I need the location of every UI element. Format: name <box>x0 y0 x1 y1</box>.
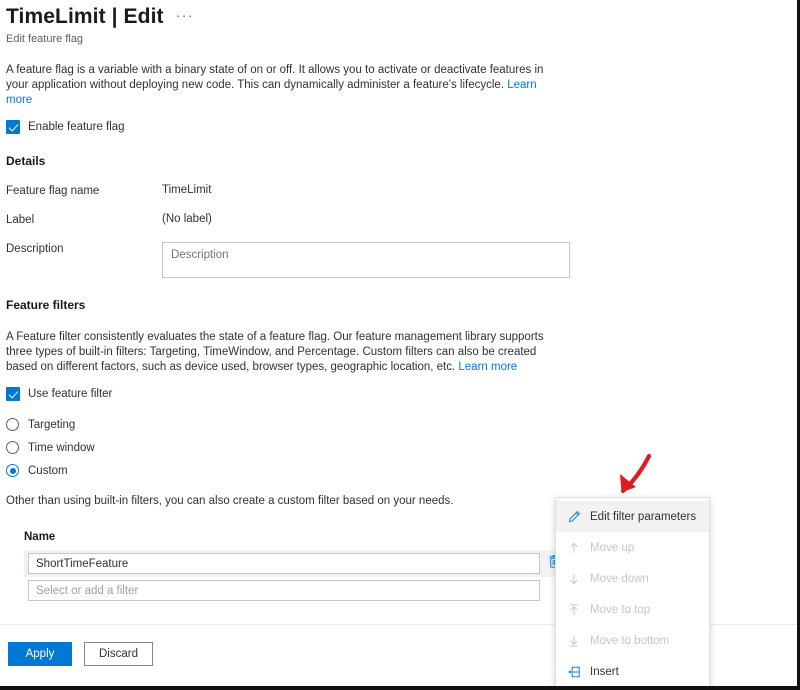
custom-filter-note: Other than using built-in filters, you c… <box>6 495 454 507</box>
intro-text: A feature flag is a variable with a bina… <box>6 64 544 91</box>
page-header: TimeLimit | Edit ··· Edit feature flag <box>0 0 797 45</box>
radio-option-targeting[interactable]: Targeting <box>6 415 791 434</box>
filter-name-input-1[interactable] <box>28 553 540 574</box>
description-input[interactable] <box>162 242 570 278</box>
radio-targeting-icon[interactable] <box>6 418 19 431</box>
feature-flag-edit-page: TimeLimit | Edit ··· Edit feature flag A… <box>0 0 800 690</box>
feature-flag-name-label: Feature flag name <box>6 185 100 197</box>
filter-row-empty[interactable] <box>24 577 590 604</box>
detail-row-label: Label (No label) <box>6 213 791 226</box>
menu-item-move-to-bottom: Move to bottom <box>556 625 709 656</box>
detail-row-name: Feature flag name TimeLimit <box>6 184 791 197</box>
insert-icon <box>566 664 581 679</box>
apply-button[interactable]: Apply <box>8 641 72 666</box>
menu-item-move-up: Move up <box>556 532 709 563</box>
filter-type-radio-group: Targeting Time window Custom <box>6 415 791 480</box>
radio-option-custom[interactable]: Custom <box>6 461 791 480</box>
page-title: TimeLimit | Edit <box>6 5 164 28</box>
filter-row-selected[interactable]: ··· <box>24 550 590 577</box>
feature-filters-learn-more-link[interactable]: Learn more <box>458 361 517 373</box>
menu-item-move-to-top-label: Move to top <box>590 603 651 616</box>
pencil-icon <box>566 509 581 524</box>
menu-item-edit-filter-parameters[interactable]: Edit filter parameters <box>556 501 709 532</box>
use-feature-filter-checkbox[interactable] <box>6 387 20 401</box>
radio-custom-icon[interactable] <box>6 464 19 477</box>
menu-item-insert[interactable]: Insert <box>556 656 709 686</box>
menu-item-move-down: Move down <box>556 563 709 594</box>
radio-option-time-window[interactable]: Time window <box>6 438 791 457</box>
menu-item-edit-filter-parameters-label: Edit filter parameters <box>590 510 697 523</box>
use-feature-filter-row[interactable]: Use feature filter <box>6 387 791 401</box>
menu-item-move-to-top: Move to top <box>556 594 709 625</box>
detail-row-description: Description <box>6 242 791 278</box>
label-value: (No label) <box>162 213 212 225</box>
use-feature-filter-label[interactable]: Use feature filter <box>28 388 112 400</box>
radio-custom-label[interactable]: Custom <box>28 465 68 477</box>
arrow-to-top-icon <box>566 602 581 617</box>
feature-flag-name-value: TimeLimit <box>162 184 212 196</box>
radio-targeting-label[interactable]: Targeting <box>28 419 75 431</box>
radio-time-window-icon[interactable] <box>6 441 19 454</box>
more-options-icon[interactable]: ··· <box>176 7 195 23</box>
title-row: TimeLimit | Edit ··· <box>6 4 797 30</box>
feature-filters-heading: Feature filters <box>6 298 86 312</box>
label-label: Label <box>6 214 35 226</box>
arrow-down-icon <box>566 571 581 586</box>
menu-item-insert-label: Insert <box>590 665 619 678</box>
page-subtitle: Edit feature flag <box>6 33 84 45</box>
menu-item-move-up-label: Move up <box>590 541 635 554</box>
feature-filters-paragraph: A Feature filter consistently evaluates … <box>6 330 558 375</box>
discard-button[interactable]: Discard <box>84 641 153 666</box>
enable-feature-flag-row[interactable]: Enable feature flag <box>6 120 791 134</box>
menu-item-move-to-bottom-label: Move to bottom <box>590 634 670 647</box>
filter-context-menu: Edit filter parameters Move up Move down <box>555 497 710 686</box>
enable-feature-flag-checkbox[interactable] <box>6 120 20 134</box>
description-label: Description <box>6 243 64 255</box>
menu-item-move-down-label: Move down <box>590 572 649 585</box>
radio-time-window-label[interactable]: Time window <box>28 442 95 454</box>
intro-paragraph: A feature flag is a variable with a bina… <box>6 63 558 108</box>
details-heading: Details <box>6 154 46 168</box>
enable-feature-flag-label[interactable]: Enable feature flag <box>28 121 125 133</box>
arrow-up-icon <box>566 540 581 555</box>
filter-name-input-2[interactable] <box>28 580 540 601</box>
arrow-to-bottom-icon <box>566 633 581 648</box>
